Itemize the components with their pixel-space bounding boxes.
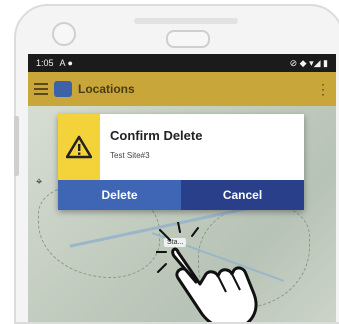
app-bar: Locations ⋮	[28, 72, 336, 106]
phone-earpiece	[166, 30, 210, 48]
overflow-menu-icon[interactable]: ⋮	[316, 81, 330, 98]
cancel-button[interactable]: Cancel	[181, 180, 304, 210]
warning-icon	[58, 114, 100, 180]
status-time: 1:05	[36, 58, 54, 68]
status-bar: 1:05 A ● ⊘ ◆ ▾◢ ▮	[28, 54, 336, 72]
dialog-message: Test Site#3	[110, 151, 150, 160]
phone-side-button	[14, 116, 19, 176]
app-logo	[54, 81, 72, 97]
confirm-delete-dialog: Confirm Delete Test Site#3 Delete Cancel	[58, 114, 304, 210]
phone-speaker-grille	[134, 18, 238, 24]
hamburger-menu-icon[interactable]	[34, 83, 48, 95]
tap-gesture-hand-icon	[156, 222, 258, 322]
status-notification-icons: A ●	[59, 58, 73, 68]
phone-screen: 1:05 A ● ⊘ ◆ ▾◢ ▮ Locations ⋮ ⌖ Sta... C…	[28, 54, 336, 322]
phone-frame: 1:05 A ● ⊘ ◆ ▾◢ ▮ Locations ⋮ ⌖ Sta... C…	[14, 4, 339, 324]
app-title: Locations	[78, 82, 135, 96]
delete-button[interactable]: Delete	[58, 180, 181, 210]
map-layers-icon[interactable]: ⌖	[36, 176, 42, 189]
front-camera	[52, 22, 76, 46]
status-system-icons: ⊘ ◆ ▾◢ ▮	[289, 57, 328, 68]
dialog-title: Confirm Delete	[110, 128, 203, 143]
